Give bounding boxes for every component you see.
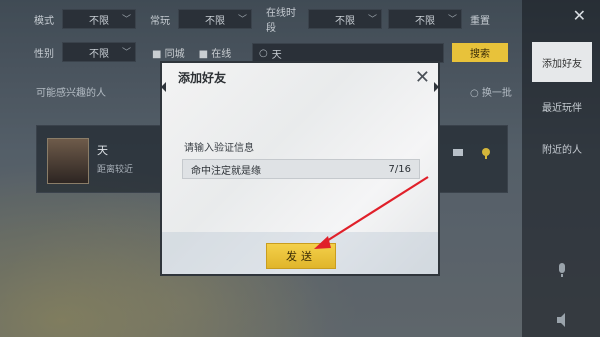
trophy-icon[interactable]: [479, 146, 493, 160]
search-icon: ○: [259, 47, 268, 59]
search-button[interactable]: 搜索: [452, 43, 508, 62]
add-friend-dialog: 添加好友 ✕ 请输入验证信息 命中注定就是缘 7/16 发送: [160, 61, 440, 276]
corner-decoration: [434, 82, 444, 92]
filter-common-value: 不限: [205, 15, 225, 27]
chevron-down-icon: ﹀: [121, 48, 131, 58]
right-sidebar: ✕ 添加好友 最近玩伴 附近的人: [522, 0, 600, 337]
dialog-title: 添加好友: [178, 71, 227, 85]
search-input[interactable]: ○ 天: [252, 43, 444, 63]
filter-common-select[interactable]: 不限 ﹀: [178, 9, 252, 29]
char-count: 7/16: [388, 163, 411, 175]
checkbox-online[interactable]: ■ 在线: [199, 45, 232, 60]
checkbox-online-label: 在线: [211, 48, 232, 60]
checkbox-same-city-label: 同城: [164, 48, 185, 60]
verification-message-value: 命中注定就是缘: [191, 165, 261, 177]
filter-extra-select[interactable]: 不限 ﹀: [388, 9, 462, 29]
close-icon[interactable]: ✕: [415, 67, 430, 88]
refresh-button[interactable]: ○ 换一批: [470, 84, 512, 99]
sidebar-item-label: 附近的人: [542, 144, 582, 156]
refresh-label: 换一批: [481, 88, 512, 99]
chevron-down-icon: ﹀: [447, 15, 457, 25]
filter-mode-value: 不限: [89, 15, 109, 27]
player-name: 天: [97, 144, 108, 157]
checkbox-same-city[interactable]: ■ 同城: [152, 45, 185, 60]
corner-decoration: [156, 82, 166, 92]
search-input-value: 天: [271, 49, 282, 61]
filter-time-select[interactable]: 不限 ﹀: [308, 9, 382, 29]
filter-common-label: 常玩: [150, 15, 170, 27]
chevron-down-icon: ﹀: [367, 15, 377, 25]
send-button-label: 发送: [286, 250, 316, 263]
sidebar-item-recent[interactable]: 最近玩伴: [532, 86, 592, 126]
sidebar-item-label: 最近玩伴: [542, 102, 582, 114]
filter-mode-select[interactable]: 不限 ﹀: [62, 9, 136, 29]
verification-prompt: 请输入验证信息: [184, 143, 254, 154]
filter-row-1: 模式 不限 ﹀ 常玩 不限 ﹀ 在线时段 不限 ﹀ 不限 ﹀: [0, 8, 522, 34]
chevron-down-icon: ﹀: [237, 15, 247, 25]
chevron-down-icon: ﹀: [121, 15, 131, 25]
filter-gender-select[interactable]: 不限 ﹀: [62, 42, 136, 62]
sidebar-item-label: 添加好友: [542, 58, 582, 70]
mic-icon[interactable]: [555, 262, 569, 278]
chat-icon[interactable]: [451, 146, 465, 160]
avatar: [47, 138, 89, 184]
filter-time-value: 不限: [335, 15, 355, 27]
verification-message-input[interactable]: 命中注定就是缘 7/16: [182, 159, 420, 179]
close-icon[interactable]: ✕: [573, 6, 586, 25]
filter-extra-value: 不限: [415, 15, 435, 27]
filter-gender-label: 性别: [34, 48, 54, 60]
sidebar-item-add-friend[interactable]: 添加好友: [532, 42, 592, 82]
sidebar-item-nearby[interactable]: 附近的人: [532, 128, 592, 168]
speaker-icon[interactable]: [555, 312, 569, 328]
filter-time-label: 在线时段: [266, 8, 296, 34]
people-section-label: 可能感兴趣的人: [36, 88, 106, 99]
player-status: 距离较近: [97, 165, 134, 175]
send-button[interactable]: 发送: [266, 243, 336, 269]
search-button-label: 搜索: [470, 49, 490, 60]
filter-gender-value: 不限: [89, 48, 109, 60]
filter-mode-label: 模式: [34, 15, 54, 27]
reset-button[interactable]: 重置: [470, 12, 490, 27]
